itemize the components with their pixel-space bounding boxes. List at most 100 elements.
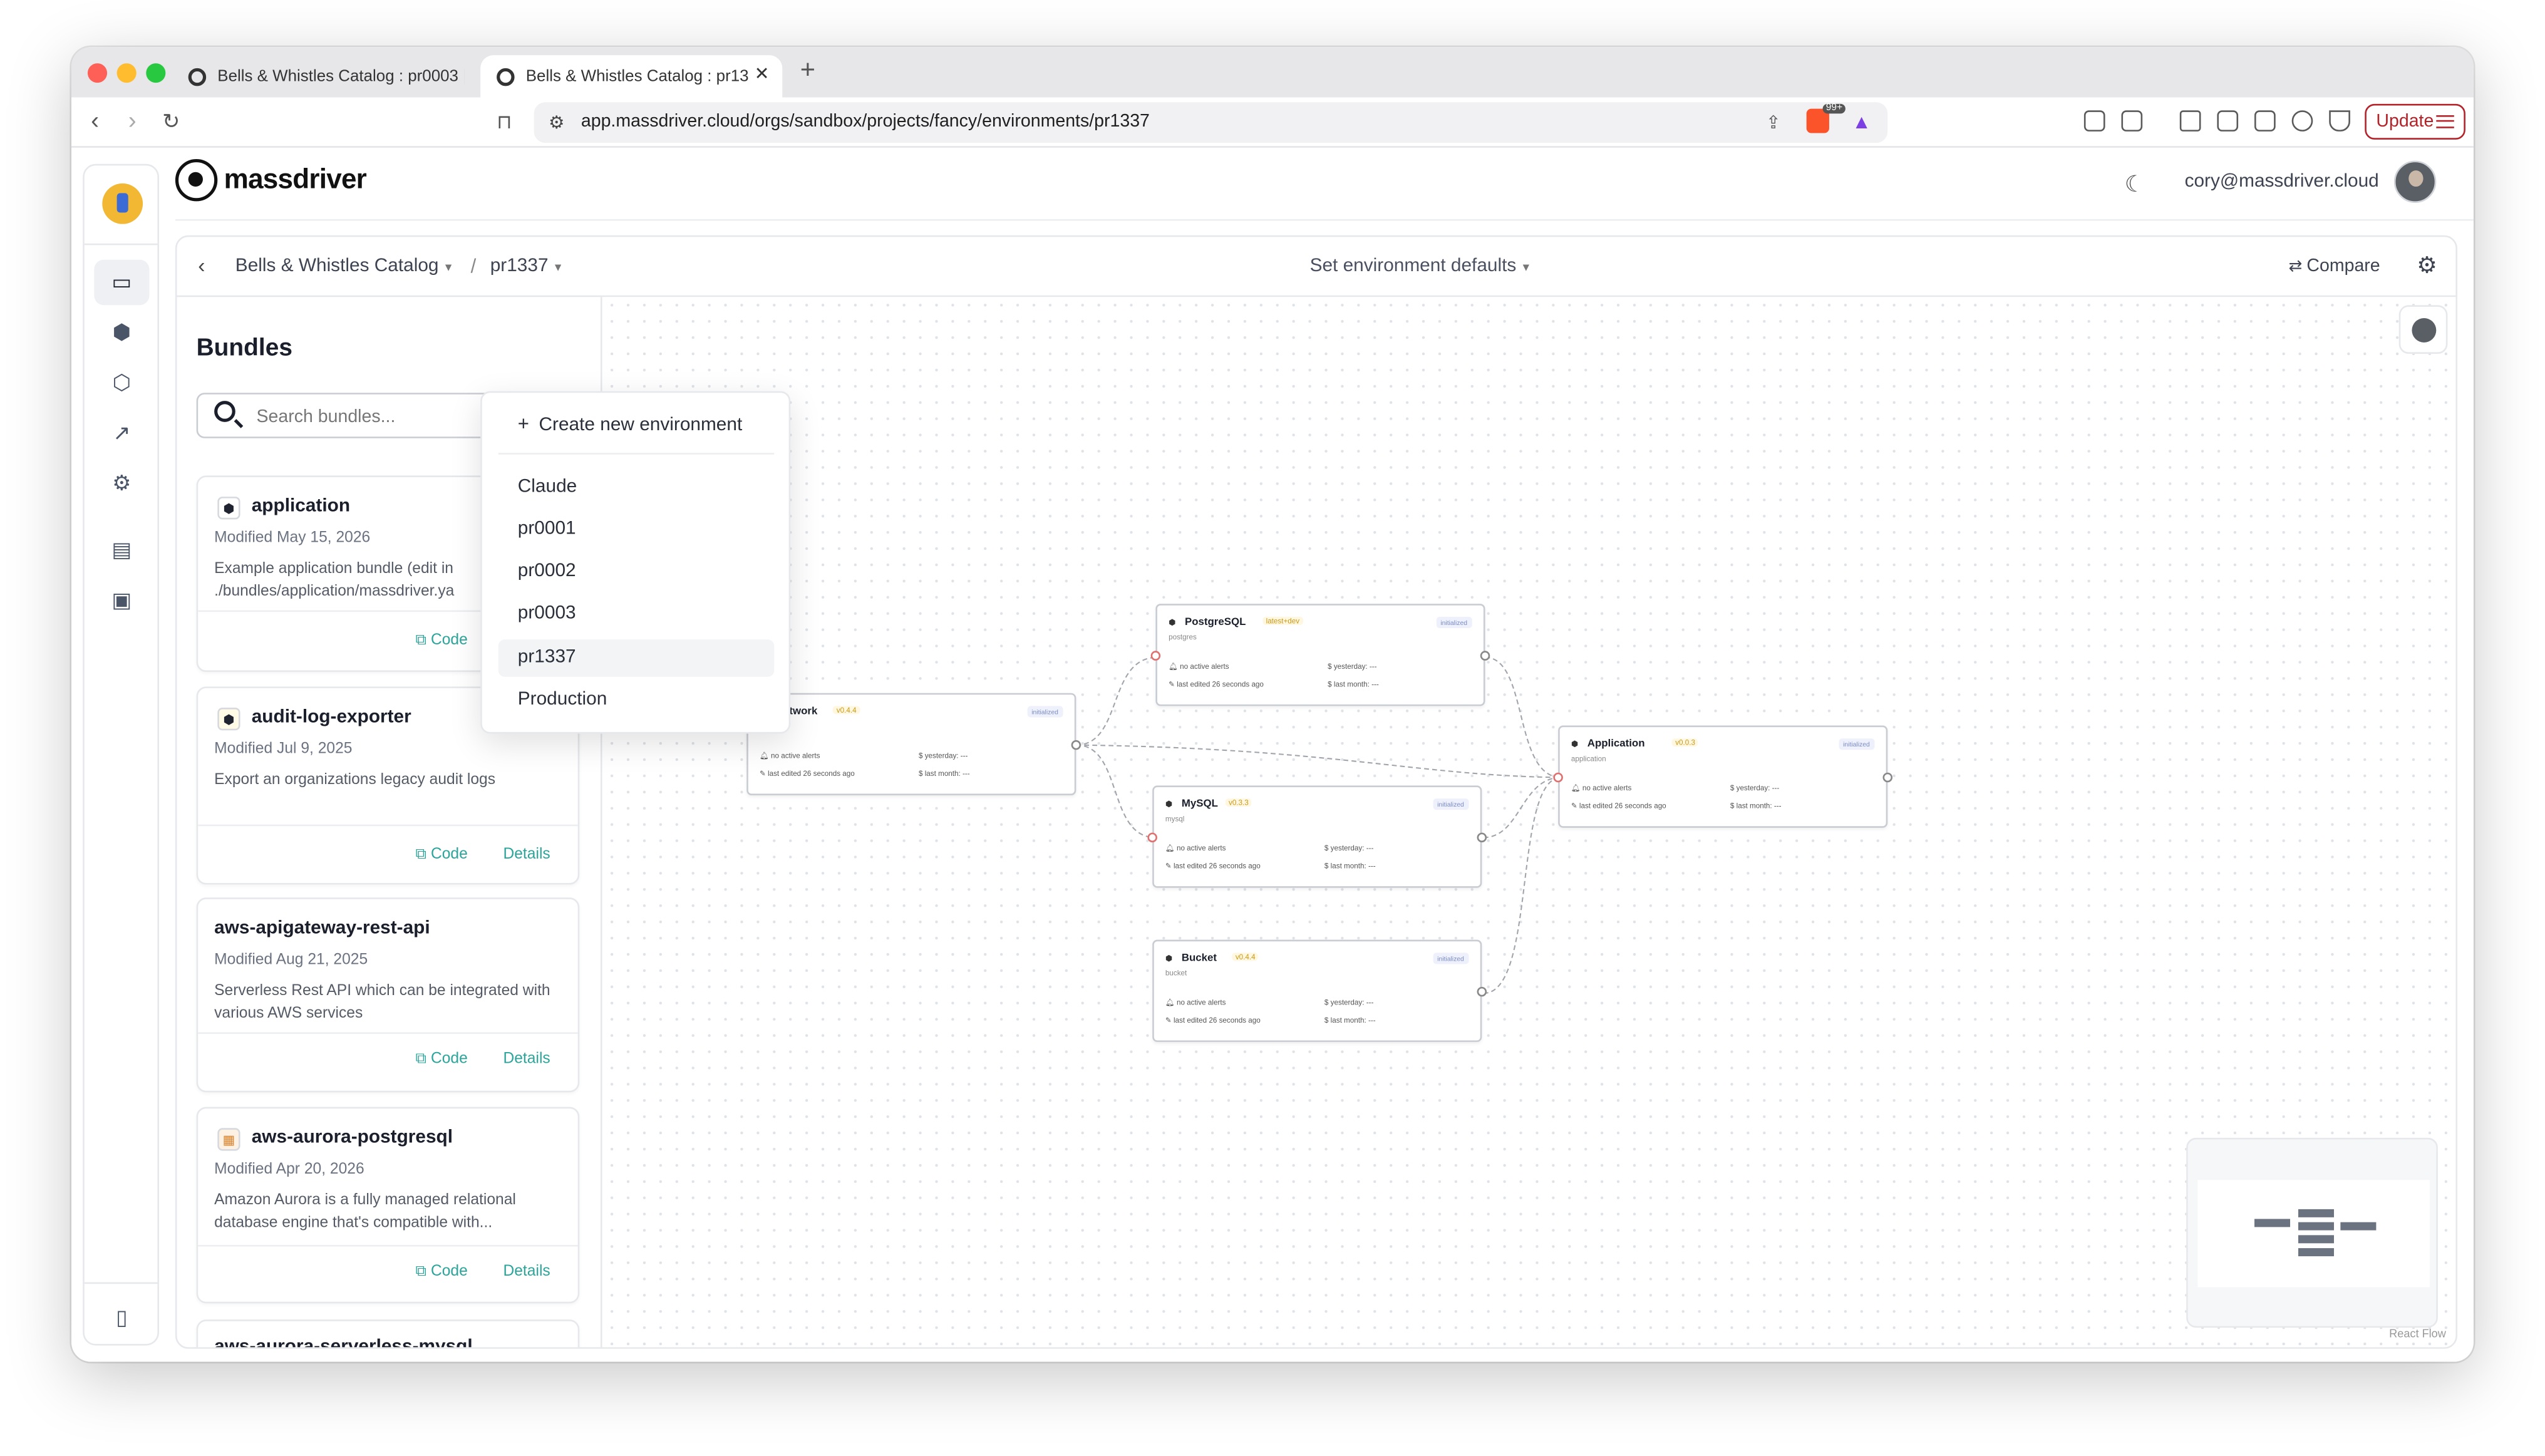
update-button[interactable]: Update	[2365, 103, 2465, 140]
input-handle[interactable]	[1147, 832, 1157, 843]
zoom-window-button[interactable]	[146, 63, 166, 83]
expand-sidebar-icon[interactable]: ▯	[109, 1305, 135, 1331]
node-name: Application	[1587, 738, 1645, 750]
share-icon[interactable]: ⇪	[1766, 112, 1781, 133]
output-handle[interactable]	[1071, 740, 1081, 750]
bookmark-icon[interactable]: ⊓	[497, 110, 512, 133]
code-link[interactable]: ⧉ Code	[416, 845, 468, 864]
input-handle[interactable]	[1553, 772, 1563, 783]
projects-icon[interactable]: ▭	[94, 259, 150, 306]
user-email[interactable]: cory@massdriver.cloud	[2185, 172, 2379, 192]
compare-icon: ⇄	[2288, 258, 2307, 276]
output-handle[interactable]	[1882, 772, 1893, 783]
browser-tab-pr0003[interactable]: Bells & Whistles Catalog : pr0003 |	[172, 55, 464, 97]
extensions-icon[interactable]	[2083, 110, 2105, 132]
wallet-icon[interactable]	[2254, 110, 2276, 132]
moon-icon[interactable]: ☾	[2125, 170, 2145, 198]
node-cost-yesterday-text: yesterday: ---	[1736, 783, 1780, 792]
node-edited-text: last edited 26 seconds ago	[1173, 862, 1261, 870]
minimap[interactable]	[2186, 1137, 2438, 1328]
node-cost-yesterday-text: yesterday: ---	[924, 751, 968, 760]
create-environment-label: Create new environment	[539, 415, 743, 435]
forward-icon[interactable]: ›	[128, 107, 137, 135]
node-version: v0.4.4	[1232, 953, 1259, 961]
artifacts-icon[interactable]: ⬡	[109, 370, 135, 396]
env-option-pr1337[interactable]: pr1337	[498, 639, 775, 677]
bundle-modified: Modified Aug 21, 2025	[214, 951, 368, 969]
code-link[interactable]: ⧉ Code	[416, 1050, 468, 1068]
canvas-user-avatar[interactable]	[2398, 305, 2448, 354]
reload-icon[interactable]: ↻	[162, 109, 180, 135]
back-icon[interactable]: ‹	[198, 253, 205, 277]
env-option-pr0002[interactable]: pr0002	[498, 554, 775, 591]
massdriver-logo-icon	[175, 158, 218, 202]
env-option-pr0003[interactable]: pr0003	[498, 596, 775, 633]
brave-rewards-icon[interactable]: ▲	[1852, 110, 1871, 133]
close-tab-icon[interactable]: ✕	[755, 63, 770, 85]
code-link[interactable]: ⧉ Code	[416, 631, 468, 649]
bundles-icon[interactable]: ⬢	[109, 320, 135, 346]
compare-button[interactable]: ⇄ Compare	[2288, 257, 2380, 276]
terminal-icon[interactable]: ▣	[109, 587, 135, 613]
close-window-button[interactable]	[87, 63, 108, 83]
details-link[interactable]: Details	[503, 1262, 550, 1281]
details-link[interactable]: Details	[503, 845, 550, 864]
env-option-claude[interactable]: Claude	[498, 469, 775, 507]
package-node-bucket[interactable]: ⬢ Bucket v0.4.4 bucket initialized 🔔︎ no acti…	[1152, 939, 1487, 1042]
chevron-down-icon: ▾	[554, 259, 562, 275]
output-handle[interactable]	[1477, 832, 1487, 843]
bell-icon: 🔔︎	[1571, 783, 1582, 792]
environment-canvas[interactable]: ⬢Networkv0.4.4networkinitialized🔔︎ no ac…	[604, 297, 2456, 1348]
node-version: v0.4.4	[833, 706, 860, 715]
create-environment-button[interactable]: + Create new environment	[518, 412, 742, 435]
metrics-icon[interactable]: ↗	[109, 420, 135, 446]
bundle-cube-icon: ⬢	[217, 497, 240, 520]
user-avatar[interactable]	[2393, 160, 2437, 203]
minimize-window-button[interactable]	[116, 63, 137, 83]
output-handle[interactable]	[1480, 651, 1490, 661]
node-cost-yesterday-text: yesterday: ---	[1333, 662, 1377, 671]
breadcrumb-project[interactable]: Bells & Whistles Catalog ▾	[235, 257, 452, 276]
package-node-mysql[interactable]: ⬢ MySQL v0.3.3 mysql initialized 🔔︎ no active…	[1147, 785, 1487, 888]
back-icon[interactable]: ‹	[91, 107, 99, 135]
bundle-description: Serverless Rest API which can be integra…	[214, 982, 550, 1023]
gear-icon[interactable]: ⚙	[2417, 252, 2437, 279]
rail-divider	[84, 1282, 159, 1284]
org-avatar[interactable]	[102, 183, 143, 224]
output-handle[interactable]	[1477, 986, 1487, 997]
downloads-icon[interactable]	[2179, 110, 2201, 132]
chevron-down-icon: ▾	[1522, 259, 1530, 275]
leo-ai-icon[interactable]	[2291, 110, 2313, 132]
dollar-icon: $	[918, 769, 925, 778]
package-node-network[interactable]: ⬢Networkv0.4.4networkinitialized🔔︎ no ac…	[746, 693, 1081, 795]
package-node-application[interactable]: ⬢ Application v0.0.3 application initialized…	[1553, 725, 1893, 828]
node-alerts-text: no active alerts	[1176, 844, 1226, 852]
set-environment-defaults-button[interactable]: Set environment defaults ▾	[1310, 257, 1530, 276]
bundle-card-aws-apigateway-rest-api[interactable]: aws-apigateway-rest-api Modified Aug 21,…	[196, 897, 580, 1093]
sidebar-toggle-icon[interactable]	[2217, 110, 2239, 132]
edge-network-postgresql	[1076, 656, 1157, 746]
edge-network-application	[1076, 744, 1562, 778]
env-option-pr0001[interactable]: pr0001	[498, 511, 775, 549]
input-handle[interactable]	[1150, 651, 1161, 661]
react-flow-attribution[interactable]: React Flow	[2389, 1330, 2446, 1341]
reader-mode-icon[interactable]	[2121, 110, 2143, 132]
pencil-icon: ✎	[1169, 679, 1177, 688]
details-link[interactable]: Details	[503, 1050, 550, 1068]
browser-tab-pr1337[interactable]: Bells & Whistles Catalog : pr13 ✕	[480, 55, 783, 98]
code-link[interactable]: ⧉ Code	[416, 1262, 468, 1281]
new-tab-button[interactable]: +	[800, 57, 815, 86]
breadcrumb-environment[interactable]: pr1337 ▾	[490, 257, 562, 276]
site-settings-icon[interactable]: ⚙	[549, 112, 565, 133]
address-bar[interactable]: ⚙ app.massdriver.cloud/orgs/sandbox/proj…	[534, 102, 1888, 143]
bundle-card-aws-aurora-postgresql[interactable]: ▦ aws-aurora-postgresql Modified Apr 20,…	[196, 1107, 580, 1304]
minimap-node	[2254, 1219, 2291, 1227]
env-option-production[interactable]: Production	[498, 682, 775, 720]
dollar-icon: $	[1730, 802, 1737, 810]
vpn-icon[interactable]	[2329, 110, 2350, 132]
package-node-postgresql[interactable]: ⬢ PostgreSQL latest+dev postgres initialized…	[1150, 604, 1490, 706]
docs-icon[interactable]: ▤	[109, 537, 135, 563]
massdriver-logo[interactable]: massdriver	[175, 158, 367, 202]
settings-icon[interactable]: ⚙	[109, 471, 135, 497]
bundle-card-aws-aurora-serverless-mysql[interactable]: aws-aurora-serverless-mysql	[196, 1319, 580, 1348]
